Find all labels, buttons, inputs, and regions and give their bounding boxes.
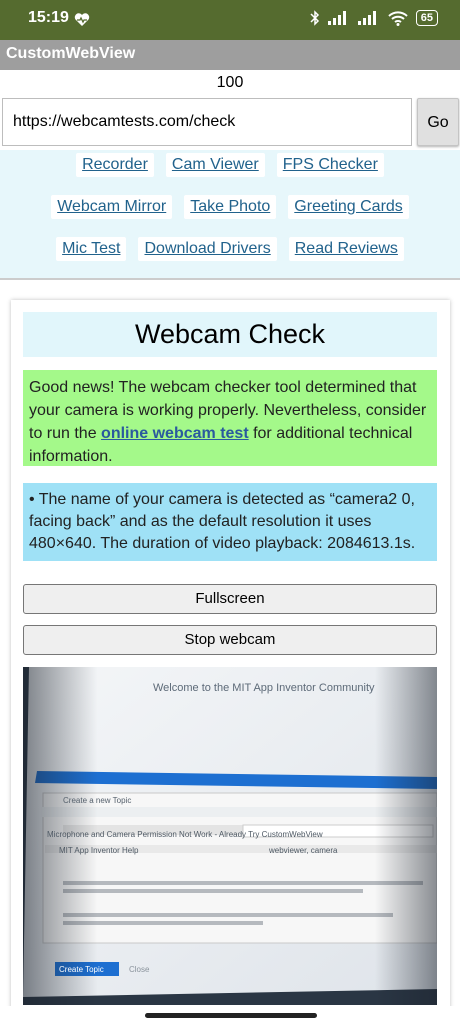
signal-strength-icon-2 <box>357 11 376 25</box>
system-nav-bar <box>0 1006 460 1024</box>
battery-icon: 65 <box>415 10 438 26</box>
preview-close: Close <box>129 965 150 974</box>
home-gesture-bar[interactable] <box>145 1013 317 1018</box>
status-icons: 65 <box>310 10 438 26</box>
nav-row: Mic Test Download Drivers Read Reviews <box>0 237 460 261</box>
online-webcam-test-link[interactable]: online webcam test <box>101 425 249 442</box>
webcam-check-card: Webcam Check Good news! The webcam check… <box>11 300 450 1024</box>
preview-tags: webviewer, camera <box>268 846 338 855</box>
preview-new-topic: Create a new Topic <box>63 796 131 805</box>
heart-monitor-icon <box>74 13 90 26</box>
success-message: Good news! The webcam checker tool deter… <box>23 370 437 466</box>
counter-label: 100 <box>216 74 244 91</box>
preview-title: Welcome to the MIT App Inventor Communit… <box>153 682 375 694</box>
url-input[interactable] <box>2 98 412 146</box>
page-title: Webcam Check <box>23 312 437 357</box>
nav-link-webcam-mirror[interactable]: Webcam Mirror <box>51 195 173 219</box>
preview-create-button: Create Topic <box>59 965 104 974</box>
app-bar: CustomWebView <box>0 40 460 70</box>
nav-link-mic-test[interactable]: Mic Test <box>56 237 127 261</box>
bluetooth-icon <box>310 10 319 26</box>
nav-link-cam-viewer[interactable]: Cam Viewer <box>165 153 265 177</box>
camera-info: • The name of your camera is detected as… <box>23 483 437 561</box>
nav-link-recorder[interactable]: Recorder <box>76 153 154 177</box>
camera-feed-image: Welcome to the MIT App Inventor Communit… <box>23 667 437 1005</box>
nav-link-greeting-cards[interactable]: Greeting Cards <box>288 195 409 219</box>
nav-link-read-reviews[interactable]: Read Reviews <box>288 237 404 261</box>
site-nav: Recorder Cam Viewer FPS Checker Webcam M… <box>0 150 460 280</box>
nav-row: Recorder Cam Viewer FPS Checker <box>0 153 460 177</box>
wifi-icon <box>388 10 408 26</box>
signal-strength-icon <box>327 11 346 25</box>
nav-row: Webcam Mirror Take Photo Greeting Cards <box>0 195 460 219</box>
nav-link-fps-checker[interactable]: FPS Checker <box>276 153 384 177</box>
status-time: 15:19 <box>28 9 69 26</box>
nav-link-take-photo[interactable]: Take Photo <box>184 195 277 219</box>
fullscreen-button[interactable]: Fullscreen <box>23 584 437 614</box>
preview-topic: Microphone and Camera Permission Not Wor… <box>47 830 323 839</box>
status-bar: 15:19 65 <box>0 0 460 40</box>
camera-preview: Welcome to the MIT App Inventor Communit… <box>23 667 437 1005</box>
go-button[interactable]: Go <box>417 98 459 146</box>
nav-link-download-drivers[interactable]: Download Drivers <box>138 237 277 261</box>
preview-category: MIT App Inventor Help <box>59 846 139 855</box>
app-title: CustomWebView <box>6 45 136 62</box>
stop-webcam-button[interactable]: Stop webcam <box>23 625 437 655</box>
